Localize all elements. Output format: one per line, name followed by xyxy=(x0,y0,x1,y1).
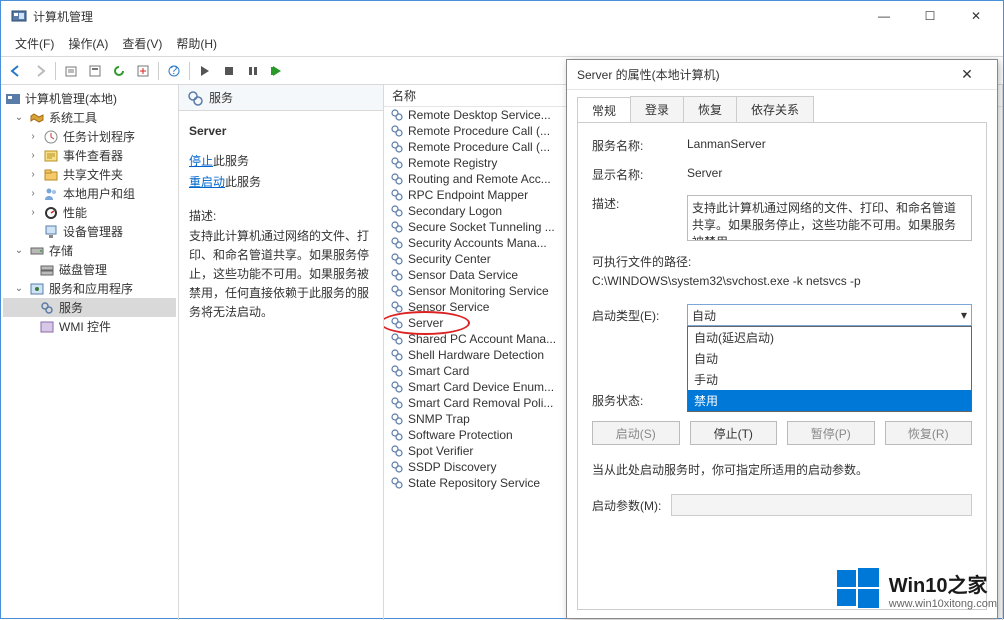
dialog-close-button[interactable]: ✕ xyxy=(947,60,987,90)
nav-tree[interactable]: 计算机管理(本地) ⌄系统工具 ›任务计划程序 ›事件查看器 ›共享文件夹 ›本… xyxy=(1,85,179,620)
tree-performance[interactable]: ›性能 xyxy=(3,203,176,222)
tab-dependencies[interactable]: 依存关系 xyxy=(736,96,814,122)
watermark-brand: Win10之家 xyxy=(889,569,997,598)
chevron-down-icon: ▾ xyxy=(961,308,967,322)
tree-wmi[interactable]: WMI 控件 xyxy=(3,317,176,336)
menu-help[interactable]: 帮助(H) xyxy=(170,33,223,54)
restart-link[interactable]: 重启动 xyxy=(189,175,225,189)
label-description: 描述: xyxy=(592,195,687,212)
desc-text: 支持此计算机通过网络的文件、打印、和命名管道共享。如果服务停止，这些功能不可用。… xyxy=(189,227,373,323)
tree-disk-mgmt[interactable]: 磁盘管理 xyxy=(3,260,176,279)
dialog-tabs: 常规 登录 恢复 依存关系 xyxy=(567,90,997,122)
pause-button-tb[interactable] xyxy=(242,60,264,82)
button-pause[interactable]: 暂停(P) xyxy=(787,421,875,445)
forward-button[interactable] xyxy=(29,60,51,82)
label-status: 服务状态: xyxy=(592,392,687,409)
help-button[interactable]: ? xyxy=(163,60,185,82)
tree-device-manager[interactable]: ›设备管理器 xyxy=(3,222,176,241)
properties-dialog: Server 的属性(本地计算机) ✕ 常规 登录 恢复 依存关系 服务名称:L… xyxy=(566,59,998,619)
tab-logon[interactable]: 登录 xyxy=(630,96,684,122)
menu-bar: 文件(F) 操作(A) 查看(V) 帮助(H) xyxy=(1,31,1003,57)
tab-general[interactable]: 常规 xyxy=(577,97,631,123)
button-start[interactable]: 启动(S) xyxy=(592,421,680,445)
tree-task-scheduler[interactable]: ›任务计划程序 xyxy=(3,127,176,146)
button-resume[interactable]: 恢复(R) xyxy=(885,421,973,445)
properties-button[interactable] xyxy=(84,60,106,82)
export-button[interactable] xyxy=(132,60,154,82)
service-detail-pane: 服务 Server 停止此服务 重启动此服务 描述: 支持此计算机通过网络的文件… xyxy=(179,85,384,620)
startup-hint: 当从此处启动服务时，你可指定所适用的启动参数。 xyxy=(592,461,972,478)
startup-type-select[interactable]: 自动 ▾ xyxy=(687,304,972,326)
menu-view[interactable]: 查看(V) xyxy=(116,33,168,54)
refresh-button[interactable] xyxy=(108,60,130,82)
gear-icon xyxy=(187,90,203,106)
value-exe-path: C:\WINDOWS\system32\svchost.exe -k netsv… xyxy=(592,274,972,288)
tree-services[interactable]: 服务 xyxy=(3,298,176,317)
tree-storage[interactable]: ⌄存储 xyxy=(3,241,176,260)
startup-type-dropdown[interactable]: 自动(延迟启动) 自动 手动 禁用 xyxy=(687,326,972,412)
label-service-name: 服务名称: xyxy=(592,137,687,154)
back-button[interactable] xyxy=(5,60,27,82)
stop-link[interactable]: 停止 xyxy=(189,154,213,168)
button-stop[interactable]: 停止(T) xyxy=(690,421,778,445)
watermark: Win10之家 www.win10xitong.com xyxy=(835,566,997,612)
option-auto[interactable]: 自动 xyxy=(688,348,971,369)
tree-root[interactable]: 计算机管理(本地) xyxy=(3,89,176,108)
menu-file[interactable]: 文件(F) xyxy=(9,33,60,54)
windows-logo-icon xyxy=(835,566,881,612)
tab-recovery[interactable]: 恢复 xyxy=(683,96,737,122)
option-disabled[interactable]: 禁用 xyxy=(688,390,971,411)
close-button[interactable]: ✕ xyxy=(953,1,999,31)
minimize-button[interactable]: — xyxy=(861,1,907,31)
tree-event-viewer[interactable]: ›事件查看器 xyxy=(3,146,176,165)
option-manual[interactable]: 手动 xyxy=(688,369,971,390)
label-display-name: 显示名称: xyxy=(592,166,687,183)
title-bar: 计算机管理 — ☐ ✕ xyxy=(1,1,1003,31)
tree-local-users[interactable]: ›本地用户和组 xyxy=(3,184,176,203)
tree-shared-folders[interactable]: ›共享文件夹 xyxy=(3,165,176,184)
restart-button-tb[interactable] xyxy=(266,60,288,82)
svg-text:?: ? xyxy=(171,64,178,77)
description-box[interactable]: 支持此计算机通过网络的文件、打印、和命名管道共享。如果服务停止，这些功能不可用。… xyxy=(687,195,972,241)
tree-systools[interactable]: ⌄系统工具 xyxy=(3,108,176,127)
play-button[interactable] xyxy=(194,60,216,82)
menu-action[interactable]: 操作(A) xyxy=(62,33,114,54)
desc-label: 描述: xyxy=(189,206,373,226)
stop-button-tb[interactable] xyxy=(218,60,240,82)
value-display-name: Server xyxy=(687,166,972,180)
services-header-label: 服务 xyxy=(209,89,233,106)
label-start-params: 启动参数(M): xyxy=(592,497,661,514)
option-auto-delayed[interactable]: 自动(延迟启动) xyxy=(688,327,971,348)
up-button[interactable] xyxy=(60,60,82,82)
app-icon xyxy=(11,8,27,24)
tree-services-apps[interactable]: ⌄服务和应用程序 xyxy=(3,279,176,298)
value-service-name: LanmanServer xyxy=(687,137,972,151)
label-exe-path: 可执行文件的路径: xyxy=(592,253,972,270)
watermark-url: www.win10xitong.com xyxy=(889,598,997,610)
window-title: 计算机管理 xyxy=(33,8,93,25)
dialog-title: Server 的属性(本地计算机) xyxy=(577,66,720,83)
maximize-button[interactable]: ☐ xyxy=(907,1,953,31)
tab-panel-general: 服务名称:LanmanServer 显示名称:Server 描述:支持此计算机通… xyxy=(577,122,987,610)
services-header: 服务 xyxy=(179,85,383,111)
selected-service-name: Server xyxy=(189,121,373,141)
start-params-input xyxy=(671,494,972,516)
label-startup-type: 启动类型(E): xyxy=(592,307,687,324)
